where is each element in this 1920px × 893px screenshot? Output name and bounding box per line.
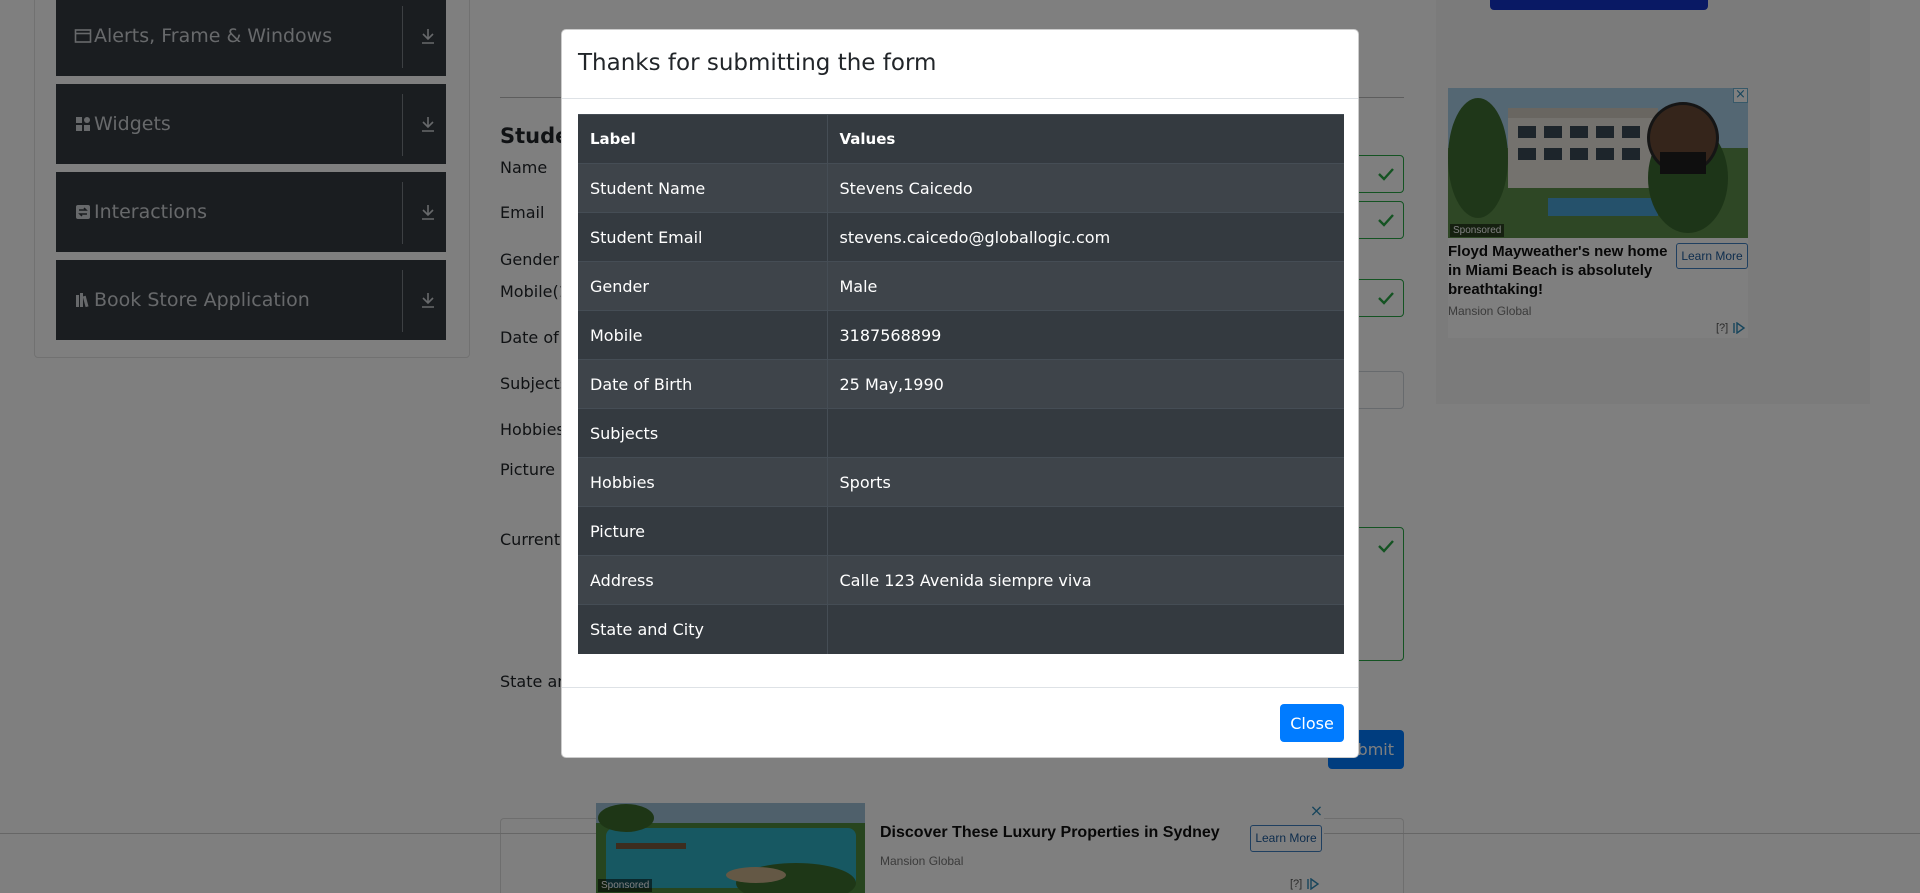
table-row: Date of Birth 25 May,1990 xyxy=(578,359,1344,409)
row-label: Subjects xyxy=(578,408,828,458)
row-label: Address xyxy=(578,555,828,605)
row-value: 3187568899 xyxy=(827,310,1344,360)
table-header-row: Label Values xyxy=(578,114,1344,164)
row-value: 25 May,1990 xyxy=(827,359,1344,409)
row-label: Student Name xyxy=(578,163,828,213)
table-row: Subjects xyxy=(578,408,1344,458)
table-row: Hobbies Sports xyxy=(578,457,1344,507)
divider xyxy=(562,98,1358,99)
table-row: Student Email stevens.caicedo@globallogi… xyxy=(578,212,1344,262)
column-header: Label xyxy=(578,114,828,164)
table-row: Address Calle 123 Avenida siempre viva xyxy=(578,555,1344,605)
table-row: Mobile 3187568899 xyxy=(578,310,1344,360)
row-label: Mobile xyxy=(578,310,828,360)
table-row: Student Name Stevens Caicedo xyxy=(578,163,1344,213)
table-row: State and City xyxy=(578,604,1344,654)
row-label: Picture xyxy=(578,506,828,556)
row-value: stevens.caicedo@globallogic.com xyxy=(827,212,1344,262)
divider xyxy=(562,687,1358,688)
close-button[interactable]: Close xyxy=(1280,704,1344,742)
row-value: Male xyxy=(827,261,1344,311)
row-label: Gender xyxy=(578,261,828,311)
table-row: Gender Male xyxy=(578,261,1344,311)
column-header: Values xyxy=(827,114,1344,164)
table-row: Picture xyxy=(578,506,1344,556)
row-value xyxy=(827,408,1344,458)
row-label: State and City xyxy=(578,604,828,654)
row-value: Sports xyxy=(827,457,1344,507)
row-value: Calle 123 Avenida siempre viva xyxy=(827,555,1344,605)
row-label: Hobbies xyxy=(578,457,828,507)
results-table: Label Values Student Name Stevens Caiced… xyxy=(578,114,1344,654)
row-label: Student Email xyxy=(578,212,828,262)
row-value xyxy=(827,506,1344,556)
submission-modal: Thanks for submitting the form Label Val… xyxy=(561,29,1359,758)
row-value xyxy=(827,604,1344,654)
modal-title: Thanks for submitting the form xyxy=(578,50,937,76)
row-label: Date of Birth xyxy=(578,359,828,409)
row-value: Stevens Caicedo xyxy=(827,163,1344,213)
